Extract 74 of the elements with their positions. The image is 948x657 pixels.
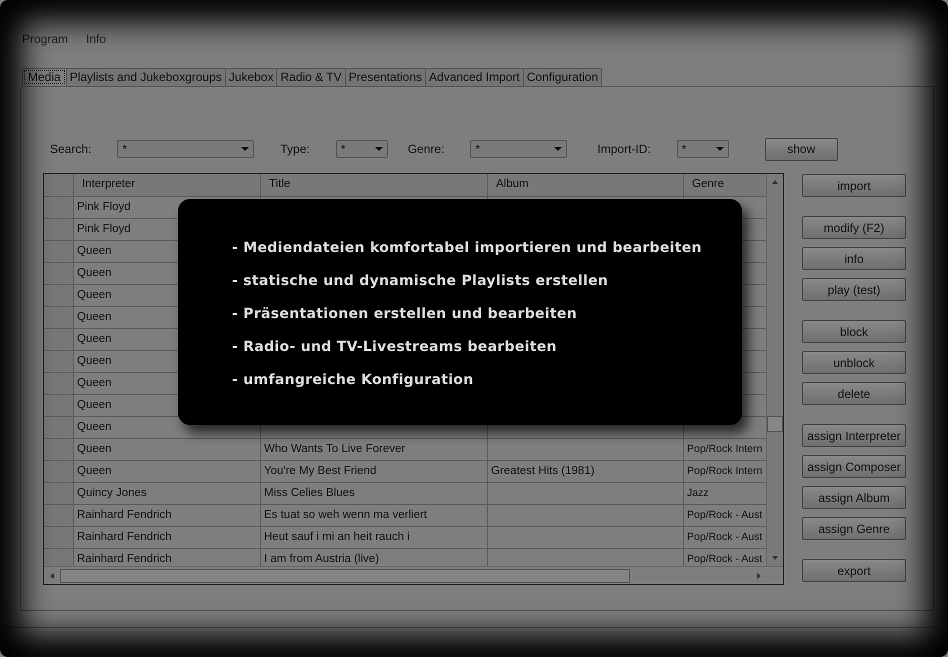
- row-header[interactable]: [44, 329, 74, 350]
- row-header[interactable]: [44, 197, 74, 218]
- row-header[interactable]: [44, 263, 74, 284]
- caret-icon: [716, 147, 724, 151]
- row-header[interactable]: [44, 439, 74, 460]
- table-cell: Heut sauf i mi an heit rauch i: [261, 527, 488, 548]
- action-button[interactable]: export: [802, 559, 906, 582]
- table-cell-text: Pop/Rock - Aust: [686, 508, 764, 523]
- action-button[interactable]: block: [802, 320, 906, 343]
- table-cell: Greatest Hits (1981): [488, 461, 684, 482]
- table-cell-text: Pop/Rock Intern: [686, 464, 764, 479]
- filter-label: Search:: [50, 142, 92, 156]
- table-cell: Quincy Jones: [74, 483, 261, 504]
- row-header[interactable]: [44, 395, 74, 416]
- action-button[interactable]: delete: [802, 382, 906, 405]
- horizontal-scrollbar[interactable]: [44, 566, 783, 584]
- filter-label: Import-ID:: [597, 142, 651, 156]
- row-header[interactable]: [44, 505, 74, 526]
- column-header[interactable]: Album: [488, 174, 684, 196]
- table-cell-text: Pop/Rock Intern: [686, 442, 764, 457]
- row-header[interactable]: [44, 483, 74, 504]
- row-header[interactable]: [44, 417, 74, 438]
- action-button[interactable]: assign Composer: [802, 455, 906, 478]
- table-cell-text: Jazz: [686, 486, 710, 501]
- table-cell: Rainhard Fendrich: [74, 505, 261, 526]
- caret-icon: [374, 147, 383, 151]
- vertical-scrollbar[interactable]: [766, 174, 783, 566]
- dropdown[interactable]: *: [676, 140, 729, 158]
- table-cell: Rainhard Fendrich: [74, 527, 261, 548]
- row-header[interactable]: [44, 307, 74, 328]
- column-header[interactable]: Genre: [684, 174, 766, 196]
- action-button[interactable]: import: [802, 174, 906, 197]
- action-button[interactable]: assign Album: [802, 486, 906, 509]
- dropdown[interactable]: *: [336, 140, 388, 158]
- dropdown[interactable]: *: [117, 140, 254, 158]
- caret-icon: [241, 147, 250, 151]
- tab[interactable]: Playlists and Jukeboxgroups: [66, 68, 226, 86]
- row-header[interactable]: [44, 373, 74, 394]
- row-header[interactable]: [44, 219, 74, 240]
- action-button[interactable]: assign Interpreter: [802, 424, 906, 447]
- row-header[interactable]: [44, 285, 74, 306]
- row-header[interactable]: [44, 351, 74, 372]
- row-header[interactable]: [44, 527, 74, 548]
- table-cell: Queen: [74, 439, 261, 460]
- tab[interactable]: Radio & TV: [276, 68, 346, 86]
- column-header[interactable]: Title: [261, 174, 488, 196]
- tab[interactable]: Configuration: [522, 68, 602, 86]
- column-header[interactable]: Interpreter: [74, 174, 261, 196]
- row-header[interactable]: [44, 461, 74, 482]
- filter-label: Genre:: [408, 142, 444, 156]
- row-header[interactable]: [44, 241, 74, 262]
- table-cell: You're My Best Friend: [261, 461, 488, 482]
- action-button[interactable]: play (test): [802, 278, 906, 301]
- table-cell: Es tuat so weh wenn ma verliert: [261, 505, 488, 526]
- tab[interactable]: Presentations: [344, 68, 426, 86]
- tab[interactable]: Media: [22, 68, 67, 86]
- action-button[interactable]: info: [802, 247, 906, 270]
- tab[interactable]: Advanced Import: [425, 68, 524, 86]
- table-cell-text: Pop/Rock - Aust: [686, 552, 764, 566]
- table-cell-text: Pop/Rock - Aust: [686, 530, 764, 545]
- dropdown[interactable]: *: [470, 140, 568, 158]
- table-cell: Miss Celies Blues: [261, 483, 488, 504]
- show-button[interactable]: show: [764, 138, 838, 160]
- table-cell: Who Wants To Live Forever: [261, 439, 488, 460]
- menu-item[interactable]: Program: [22, 32, 68, 47]
- caret-icon: [554, 147, 562, 151]
- table-cell: Queen: [74, 461, 261, 482]
- action-button[interactable]: assign Genre: [802, 517, 906, 540]
- row-header[interactable]: [44, 549, 74, 566]
- action-button[interactable]: unblock: [802, 351, 906, 374]
- menu-item[interactable]: Info: [86, 32, 106, 47]
- filter-label: Type:: [280, 142, 310, 156]
- action-button[interactable]: modify (F2): [802, 216, 906, 239]
- tab[interactable]: Jukebox: [224, 68, 278, 86]
